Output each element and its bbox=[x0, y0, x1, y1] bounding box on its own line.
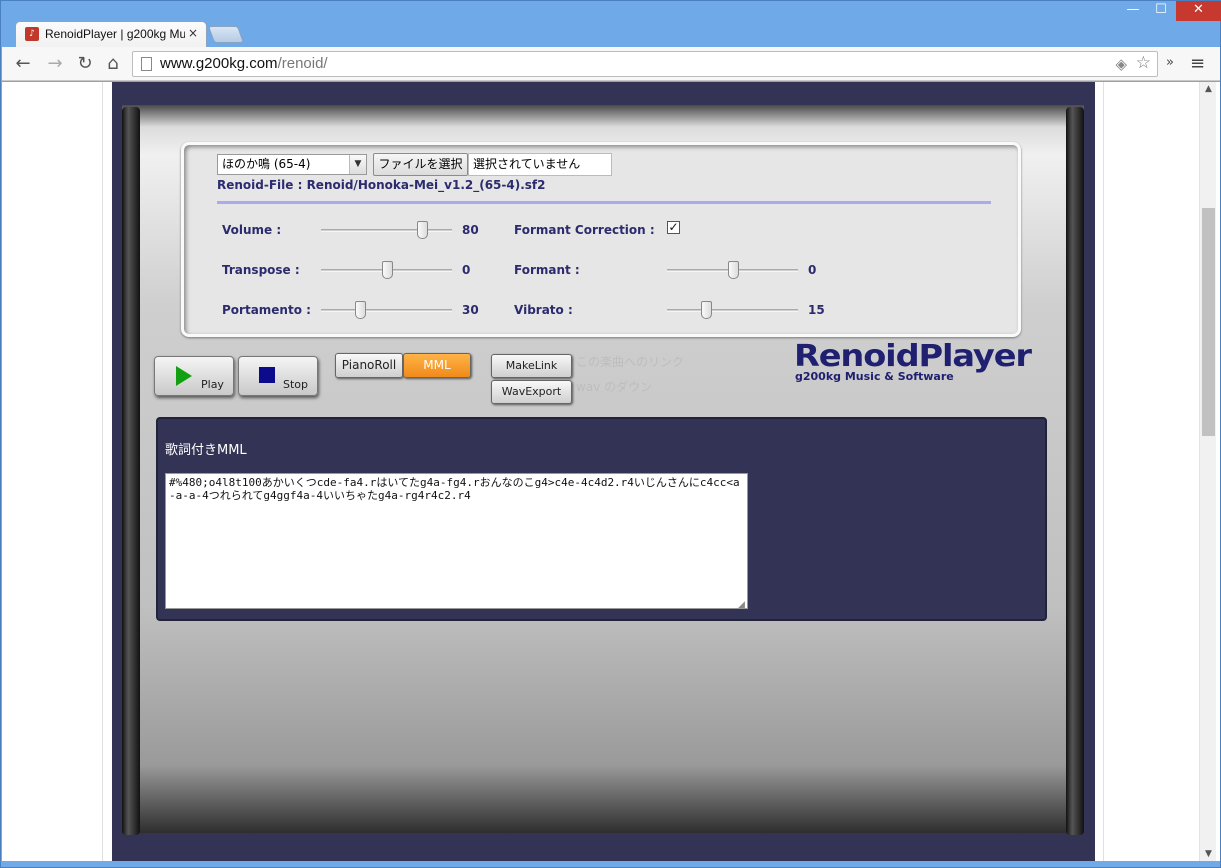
formant-value: 0 bbox=[808, 263, 817, 277]
volume-label: Volume : bbox=[222, 223, 282, 237]
song-link-text[interactable]: この楽曲へのリンク bbox=[576, 353, 684, 370]
left-roller bbox=[122, 107, 140, 835]
mml-textarea[interactable]: #%480;o4l8t100あかいくつcde-fa4.rはいてたg4a-fg4.… bbox=[165, 473, 748, 609]
maximize-button[interactable]: ☐ bbox=[1147, 1, 1175, 21]
stop-label: Stop bbox=[283, 378, 309, 391]
chevron-down-icon[interactable]: ▼ bbox=[349, 155, 366, 174]
overflow-chevron-icon[interactable]: » bbox=[1166, 55, 1174, 70]
transpose-label: Transpose : bbox=[222, 263, 300, 277]
forward-arrow-icon[interactable]: → bbox=[44, 53, 66, 75]
vibrato-slider-knob[interactable] bbox=[701, 301, 713, 319]
play-button[interactable]: Play bbox=[154, 356, 234, 396]
address-bar[interactable]: www.g200kg.com/renoid/ ◈ ☆ bbox=[132, 51, 1158, 77]
minimize-button[interactable]: — bbox=[1119, 1, 1147, 21]
mml-heading: 歌詞付きMML bbox=[165, 443, 247, 458]
scroll-up-icon[interactable]: ▲ bbox=[1200, 82, 1217, 96]
formant-correction-checkbox[interactable]: ✓ bbox=[667, 221, 680, 234]
formant-slider-knob[interactable] bbox=[727, 261, 739, 279]
transpose-value: 0 bbox=[462, 263, 471, 277]
formant-correction-label: Formant Correction : bbox=[514, 223, 655, 237]
renoid-favicon-icon: ♪ bbox=[25, 27, 39, 41]
textarea-resize-icon[interactable]: ◢ bbox=[738, 600, 745, 610]
close-window-button[interactable]: ✕ bbox=[1176, 1, 1221, 21]
wavexport-button[interactable]: WavExport bbox=[491, 380, 572, 404]
portamento-slider[interactable] bbox=[321, 301, 452, 319]
portamento-slider-knob[interactable] bbox=[355, 301, 367, 319]
stop-icon bbox=[259, 367, 275, 383]
volume-value: 80 bbox=[462, 223, 479, 237]
title-bar: ♪ RenoidPlayer | g200kg Mu × — ☐ ✕ bbox=[1, 1, 1221, 47]
volume-slider-knob[interactable] bbox=[416, 221, 428, 239]
page-icon bbox=[141, 57, 152, 71]
home-icon[interactable]: ⌂ bbox=[102, 53, 124, 75]
vibrato-value: 15 bbox=[808, 303, 825, 317]
vibrato-slider[interactable] bbox=[667, 301, 798, 319]
transpose-slider-knob[interactable] bbox=[381, 261, 393, 279]
browser-menu-icon[interactable]: ≡ bbox=[1190, 53, 1205, 74]
vibrato-label: Vibrato : bbox=[514, 303, 573, 317]
scroll-down-icon[interactable]: ▼ bbox=[1200, 847, 1217, 861]
mml-panel: 歌詞付きMML #%480;o4l8t100あかいくつcde-fa4.rはいてた… bbox=[156, 417, 1047, 621]
tab-close-icon[interactable]: × bbox=[188, 26, 198, 40]
browser-toolbar: ← → ↻ ⌂ www.g200kg.com/renoid/ ◈ ☆ » ≡ bbox=[2, 47, 1220, 81]
url-text: www.g200kg.com/renoid/ bbox=[160, 55, 328, 72]
settings-panel: ほのか鳴 (65-4) ▼ ファイルを選択 選択されていません Renoid-F… bbox=[181, 142, 1021, 337]
file-status-text: 選択されていません bbox=[468, 153, 612, 176]
portamento-value: 30 bbox=[462, 303, 479, 317]
reload-icon[interactable]: ↻ bbox=[74, 53, 96, 75]
play-icon bbox=[176, 366, 192, 386]
pianoroll-button[interactable]: PianoRoll bbox=[335, 353, 403, 378]
formant-slider[interactable] bbox=[667, 261, 798, 279]
stop-button[interactable]: Stop bbox=[238, 356, 318, 396]
bookmark-star-icon[interactable]: ☆ bbox=[1136, 53, 1151, 73]
renoid-file-label: Renoid-File : Renoid/Honoka-Mei_v1.2_(65… bbox=[217, 178, 546, 192]
formant-label: Formant : bbox=[514, 263, 580, 277]
transpose-slider[interactable] bbox=[321, 261, 452, 279]
vertical-scrollbar[interactable]: ▲ ▼ bbox=[1199, 82, 1216, 861]
browser-tab[interactable]: ♪ RenoidPlayer | g200kg Mu × bbox=[15, 21, 207, 47]
mml-button[interactable]: MML bbox=[403, 353, 471, 378]
play-label: Play bbox=[201, 378, 224, 391]
wav-download-text[interactable]: wav のダウン bbox=[576, 378, 652, 395]
choose-file-button[interactable]: ファイルを選択 bbox=[373, 153, 468, 176]
renoidplayer-logo: RenoidPlayer bbox=[794, 339, 1032, 374]
logo-subtitle: g200kg Music & Software bbox=[795, 370, 954, 383]
volume-slider[interactable] bbox=[321, 221, 452, 239]
voice-select[interactable]: ほのか鳴 (65-4) ▼ bbox=[217, 154, 367, 175]
scrollbar-thumb[interactable] bbox=[1202, 208, 1215, 436]
panel-divider bbox=[217, 201, 991, 204]
new-tab-button[interactable] bbox=[207, 26, 245, 43]
right-roller bbox=[1066, 107, 1084, 835]
back-arrow-icon[interactable]: ← bbox=[12, 53, 34, 75]
extension-diamond-icon[interactable]: ◈ bbox=[1115, 55, 1127, 73]
tab-title: RenoidPlayer | g200kg Mu bbox=[45, 27, 185, 41]
makelink-button[interactable]: MakeLink bbox=[491, 354, 572, 378]
portamento-label: Portamento : bbox=[222, 303, 311, 317]
